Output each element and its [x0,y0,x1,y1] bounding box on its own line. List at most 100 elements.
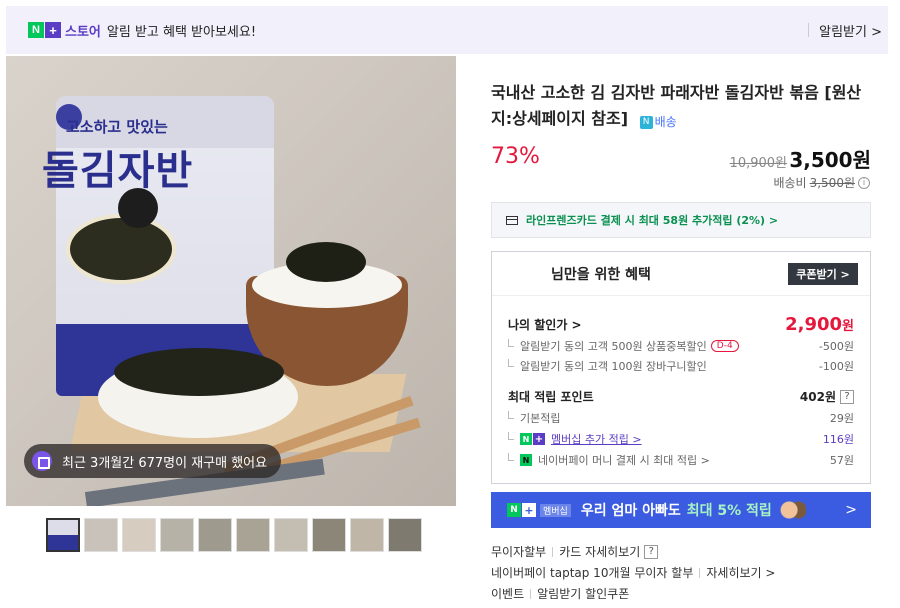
thumbnail-5[interactable] [198,518,232,552]
thumbnail-3[interactable] [122,518,156,552]
discount-detail-row: 알림받기 동의 고객 500원 상품중복할인 D-4 -500원 [508,338,854,354]
help-icon[interactable]: ? [644,544,659,559]
thumbnail-2[interactable] [84,518,118,552]
discount-detail-value: -500원 [818,340,854,353]
discount-detail-value: -100원 [818,360,854,373]
help-icon[interactable]: ? [840,389,854,404]
card-detail-link[interactable]: 카드 자세히보기 [559,543,640,560]
seaweed-topping [286,242,366,282]
installment-row: 무이자할부 카드 자세히보기 ? [491,541,775,562]
naverpay-points-link[interactable]: 네이버페이 머니 결제 시 최대 적립 > [538,452,710,468]
product-main-image[interactable]: 고소하고 맛있는 돌김자반 최근 3개월간 677명이 재구매 했어요 [6,56,456,506]
membership-points-link[interactable]: 멤버십 추가 적립 > [551,431,642,447]
point-detail-row: N 네이버페이 머니 결제 시 최대 적립 > 57원 [508,452,854,468]
taptap-detail-link[interactable]: 자세히보기 > [706,564,775,581]
package-character-illustration [118,188,158,228]
tree-branch-icon [508,411,514,419]
naver-plus-store-logo: N + 스토어 [28,21,101,40]
membership-tag: 멤버십 [540,503,571,517]
points-label: 최대 적립 포인트 [508,390,594,404]
naver-n-icon: N [639,115,653,129]
benefit-title: 님만을 위한 혜택 [551,267,651,283]
plus-icon: + [45,22,61,38]
delivery-tag-label: 배송 [654,115,677,129]
naver-pay-icon: N [520,454,532,466]
naver-delivery-tag: N 배송 [639,109,677,135]
card-promotion[interactable]: 라인프렌즈카드 결제 시 최대 58원 추가적립 (2%) > [491,202,871,238]
discount-detail-row: 알림받기 동의 고객 100원 장바구니할인 -100원 [508,358,854,374]
alarm-subscribe-link[interactable]: 알림받기 > [819,21,882,40]
my-discount-row: 나의 할인가 > 2,900원 [508,314,854,335]
seaweed-flakes [114,348,284,396]
thumbnail-7[interactable] [274,518,308,552]
naver-n-icon: N [28,22,44,38]
family-illustration-icon [779,499,806,521]
thumbnail-6[interactable] [236,518,270,552]
store-label: 스토어 [65,24,101,40]
package-subtitle: 고소하고 맛있는 [66,118,168,136]
product-info: 국내산 고소한 김 김자반 파래자반 돌김자반 볶음 [원산지:상세페이지 참조… [491,80,873,135]
point-detail-value: 57원 [829,454,854,467]
original-price: 10,900원 [729,156,787,171]
personal-benefit-box: 님만을 위한 혜택 쿠폰받기 > 나의 할인가 > 2,900원 알림받기 동의… [491,251,871,484]
alarm-link-wrap: 알림받기 > [808,6,882,54]
get-coupon-button[interactable]: 쿠폰받기 > [788,263,858,285]
point-detail-row: N + 멤버십 추가 적립 > 116원 [508,431,854,447]
tree-branch-icon [508,339,514,347]
naver-plus-membership-icon: N + [507,503,536,517]
divider [808,23,810,37]
points-row: 최대 적립 포인트 402원? [508,388,854,405]
alarm-message: 알림 받고 혜택 받아보세요! [106,24,257,40]
event-label: 이벤트 [491,587,525,601]
shipping-fee-value: 3,500원 [809,176,855,190]
taptap-row: 네이버페이 taptap 10개월 무이자 할부 자세히보기 > [491,562,775,583]
deadline-badge: D-4 [710,340,739,352]
repurchase-badge: 최근 3개월간 677명이 재구매 했어요 [24,444,282,478]
alarm-coupon-link[interactable]: 알림받기 할인쿠폰 [537,585,629,602]
price-row: 73% 10,900원 3,500원 [491,144,873,174]
event-row: 이벤트 알림받기 할인쿠폰 [491,583,775,604]
won-unit: 원 [842,319,854,334]
thumbnail-10[interactable] [388,518,422,552]
info-icon[interactable]: i [858,176,870,189]
my-discount-link[interactable]: 나의 할인가 > [508,316,582,333]
installment-label: 무이자할부 [491,545,547,559]
thumbnail-1[interactable] [46,518,80,552]
points-value: 402원 [799,390,836,404]
point-detail-label: 기본적립 [520,412,561,425]
thumbnail-strip [46,518,422,552]
taptap-installment-label: 네이버페이 taptap 10개월 무이자 할부 [491,566,694,580]
card-promotion-text: 라인프렌즈카드 결제 시 최대 58원 추가적립 (2%) > [526,214,779,227]
discount-detail-label: 알림받기 동의 고객 100원 장바구니할인 [520,360,707,373]
naver-plus-membership-icon: N + [520,433,545,445]
divider [552,546,554,557]
product-title: 국내산 고소한 김 김자반 파래자반 돌김자반 볶음 [원산지:상세페이지 참조… [491,80,873,135]
package-bowl-illustration [66,214,176,284]
shopping-bag-icon [32,451,52,471]
point-detail-value: 116원 [822,433,854,446]
sale-price: 3,500원 [789,148,871,172]
banner-highlight: 최대 5% 적립 [686,503,772,519]
discount-detail-label: 알림받기 동의 고객 500원 상품중복할인 [520,340,707,353]
banner-text: 우리 엄마 아빠도 [580,503,681,519]
thumbnail-8[interactable] [312,518,346,552]
point-detail-value: 29원 [829,412,854,425]
package-title: 돌김자반 [42,148,194,194]
credit-card-icon [506,215,518,225]
benefit-header: 님만을 위한 혜택 쿠폰받기 > [492,252,870,296]
divider [530,588,532,599]
shipping-label: 배송비 [773,176,807,190]
tree-branch-icon [508,432,514,440]
thumbnail-4[interactable] [160,518,194,552]
thumbnail-9[interactable] [350,518,384,552]
point-detail-row: 기본적립 29원 [508,410,854,426]
tree-branch-icon [508,359,514,367]
discount-rate: 73% [491,144,540,169]
tree-branch-icon [508,453,514,461]
repurchase-text: 최근 3개월간 677명이 재구매 했어요 [62,455,268,471]
store-alarm-bar: N + 스토어 알림 받고 혜택 받아보세요! 알림받기 > [6,6,888,54]
payment-links: 무이자할부 카드 자세히보기 ? 네이버페이 taptap 10개월 무이자 할… [491,541,775,604]
divider [699,567,701,578]
membership-banner[interactable]: N + 멤버십 우리 엄마 아빠도 최대 5% 적립 > [491,492,871,528]
my-discount-value: 2,900 [785,314,843,335]
